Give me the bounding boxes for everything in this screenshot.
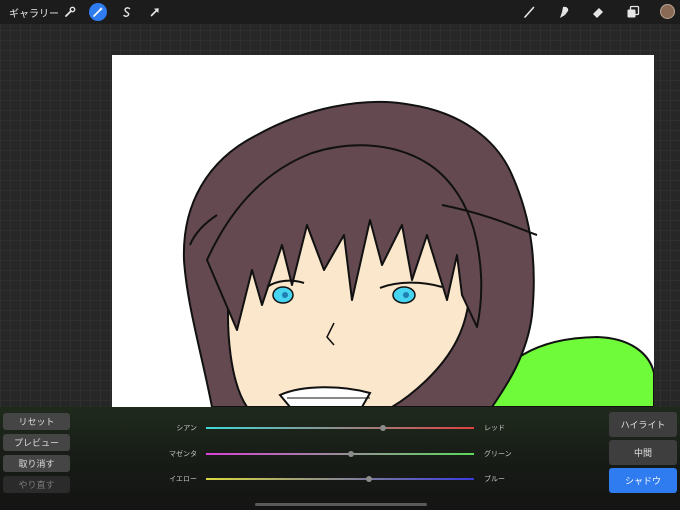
undo-button[interactable]: 取り消す [3, 455, 70, 472]
highlights-button[interactable]: ハイライト [609, 412, 677, 437]
transform-arrow-icon[interactable] [146, 3, 164, 21]
gallery-button[interactable]: ギャラリー [9, 5, 59, 20]
top-toolbar: ギャラリー [0, 0, 680, 24]
magenta-green-slider[interactable] [206, 451, 474, 457]
yellow-blue-slider[interactable] [206, 476, 474, 482]
selection-icon[interactable] [118, 3, 136, 21]
shadows-button[interactable]: シャドウ [609, 468, 677, 493]
cyan-label: シアン [176, 424, 197, 432]
preview-button[interactable]: プレビュー [3, 434, 70, 451]
blue-label: ブルー [484, 475, 505, 483]
redo-button[interactable]: やり直す [3, 476, 70, 493]
layers-icon[interactable] [623, 3, 643, 21]
reset-button[interactable]: リセット [3, 413, 70, 430]
artwork-canvas[interactable] [112, 55, 654, 407]
magenta-green-slider-knob[interactable] [347, 451, 354, 457]
smudge-icon[interactable] [554, 3, 574, 21]
brush-icon[interactable] [519, 3, 539, 21]
yellow-label: イエロー [169, 475, 197, 483]
cyan-red-slider-knob[interactable] [379, 425, 386, 431]
midtones-button[interactable]: 中間 [609, 440, 677, 465]
cyan-red-slider[interactable] [206, 425, 474, 431]
wrench-icon[interactable] [61, 3, 79, 21]
home-indicator [255, 503, 427, 506]
eraser-icon[interactable] [588, 3, 608, 21]
red-label: レッド [484, 424, 505, 432]
magic-wand-icon[interactable] [89, 3, 107, 21]
color-balance-panel [0, 407, 680, 510]
current-color-swatch[interactable] [660, 4, 675, 19]
character-illustration [182, 100, 654, 407]
magenta-label: マゼンタ [169, 450, 197, 458]
green-label: グリーン [484, 450, 512, 458]
